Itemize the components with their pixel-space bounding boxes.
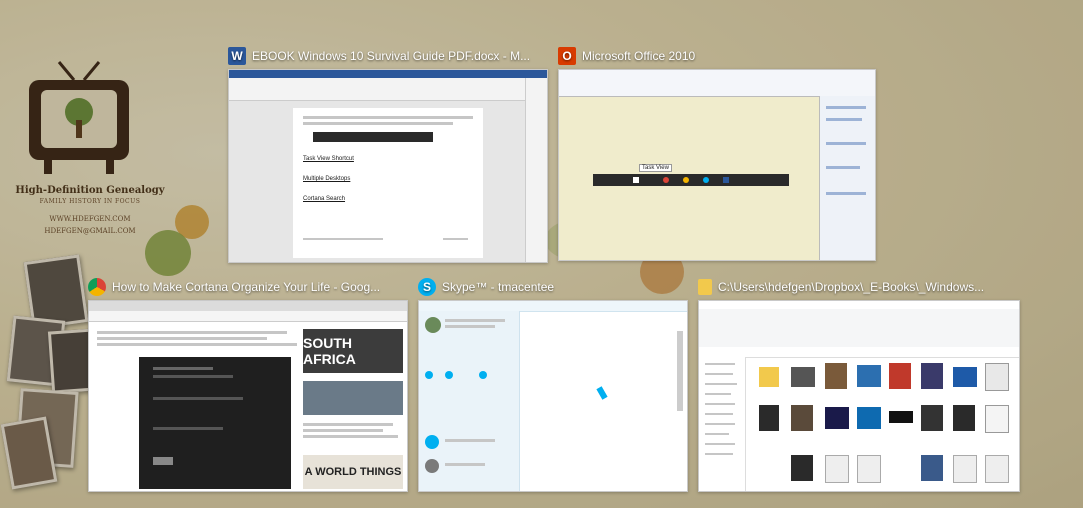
tab-strip [89,301,407,311]
window-thumbnail[interactable]: Task View [558,69,876,261]
wallpaper-title: High-Definition Genealogy [15,185,165,196]
office-icon: O [558,47,576,65]
task-window-office[interactable]: O Microsoft Office 2010 Task View [558,45,876,263]
file-thumbnail[interactable] [825,455,849,483]
address-bar [699,347,1019,358]
tooltip: Task View [639,164,672,172]
window-header: C:\Users\hdefgen\Dropbox\_E-Books\_Windo… [698,276,984,298]
file-thumbnail[interactable] [791,367,815,387]
folder-icon [698,279,712,295]
window-thumbnail[interactable] [698,300,1020,492]
genealogy-tv-logo [29,61,129,174]
decorative-shape [145,230,191,276]
word-icon: W [228,47,246,65]
file-thumbnail[interactable] [791,455,813,481]
file-thumbnail[interactable] [857,365,881,387]
wallpaper-website: WWW.HDEFGEN.COM [49,215,131,223]
wallpaper-email: HDEFGEN@GMAIL.COM [44,227,136,235]
window-title: How to Make Cortana Organize Your Life -… [112,280,381,294]
file-thumbnail[interactable] [825,363,847,389]
file-thumbnail[interactable] [953,455,977,483]
loading-indicator [596,386,608,400]
chrome-icon [88,278,106,296]
file-thumbnail[interactable] [921,405,943,431]
window-thumbnail[interactable]: SOUTH AFRICA A WORLD THINGS [88,300,408,492]
window-title: Microsoft Office 2010 [582,49,696,63]
window-title: EBOOK Windows 10 Survival Guide PDF.docx… [252,49,531,63]
file-thumbnail[interactable] [985,363,1009,391]
contacts-panel [419,311,520,491]
file-thumbnail[interactable] [921,455,943,481]
doc-link: Task View Shortcut [303,156,354,162]
doc-link: Cortana Search [303,196,346,202]
task-view-screen: High-Definition Genealogy FAMILY HISTORY… [0,0,1083,508]
window-thumbnail[interactable] [418,300,688,492]
file-thumbnail[interactable] [825,407,849,429]
window-header: S Skype™ - tmacentee [418,276,554,298]
window-header: W EBOOK Windows 10 Survival Guide PDF.do… [228,45,530,67]
file-thumbnail[interactable] [759,367,779,387]
file-thumbnail[interactable] [889,411,913,423]
window-header: O Microsoft Office 2010 [558,45,695,67]
file-thumbnail[interactable] [791,405,813,431]
side-panel [525,78,547,262]
side-panel [819,96,875,260]
ad-banner[interactable]: A WORLD THINGS [303,455,403,489]
file-thumbnail[interactable] [985,455,1009,483]
cortana-panel [139,357,291,489]
ad-banner[interactable]: SOUTH AFRICA [303,329,403,373]
ribbon [229,78,547,101]
file-thumbnail[interactable] [953,405,975,431]
taskbar-image [593,174,789,186]
navigation-pane [699,357,746,491]
file-thumbnail[interactable] [921,363,943,389]
window-title: Skype™ - tmacentee [442,280,555,294]
window-header: How to Make Cortana Organize Your Life -… [88,276,380,298]
window-thumbnail[interactable]: Task View Shortcut Multiple Desktops Cor… [228,69,548,263]
wallpaper-subtitle: FAMILY HISTORY IN FOCUS [39,198,141,205]
task-window-explorer[interactable]: C:\Users\hdefgen\Dropbox\_E-Books\_Windo… [698,276,1020,492]
file-thumbnail[interactable] [889,363,911,389]
file-thumbnail[interactable] [759,405,779,431]
doc-link: Multiple Desktops [303,176,351,182]
address-bar [89,311,407,322]
ribbon [559,70,875,97]
task-window-chrome[interactable]: How to Make Cortana Organize Your Life -… [88,276,408,492]
file-thumbnail[interactable] [857,407,881,429]
file-thumbnail[interactable] [857,455,881,483]
ad-image[interactable] [303,381,403,415]
skype-icon: S [418,278,436,296]
taskbar-screenshot [313,132,433,142]
scrollbar[interactable] [677,331,683,411]
ribbon [699,309,1019,348]
window-title: C:\Users\hdefgen\Dropbox\_E-Books\_Windo… [718,280,985,294]
title-bar [229,70,547,78]
document-page: Task View Shortcut Multiple Desktops Cor… [293,108,483,258]
task-window-skype[interactable]: S Skype™ - tmacentee [418,276,688,492]
file-thumbnail[interactable] [985,405,1009,433]
file-thumbnail[interactable] [953,367,977,387]
task-window-word[interactable]: W EBOOK Windows 10 Survival Guide PDF.do… [228,45,548,263]
